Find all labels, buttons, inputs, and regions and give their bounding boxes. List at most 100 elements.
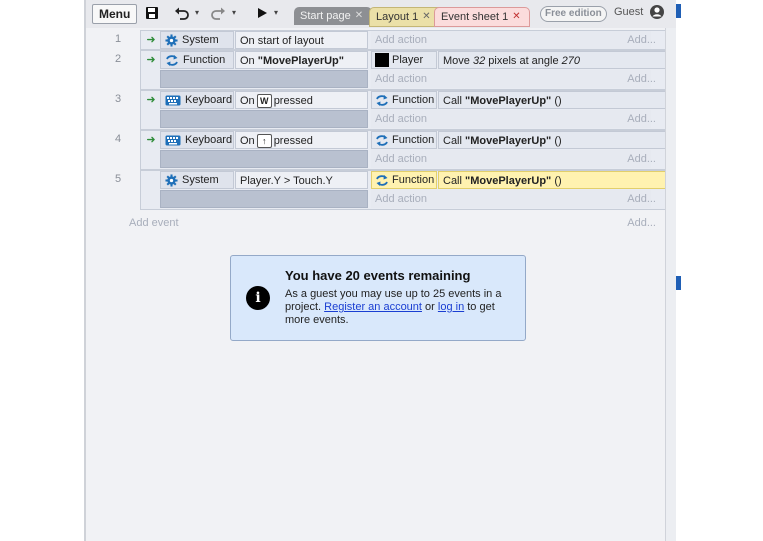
function-arrows-icon	[376, 174, 388, 186]
action-param: 270	[561, 55, 581, 67]
menu-button[interactable]: Menu	[92, 4, 138, 24]
action-prefix: Call	[443, 175, 466, 187]
condition-object-function[interactable]: Function	[160, 51, 234, 69]
action-object-function[interactable]: Function	[371, 131, 437, 149]
add-more-link[interactable]: Add...	[627, 70, 656, 88]
condition-footer	[160, 110, 368, 128]
notice-text: or	[421, 301, 438, 313]
object-name: System	[182, 174, 219, 186]
event-number: 4	[114, 133, 122, 145]
events-remaining-notice: i You have 20 events remaining As a gues…	[230, 255, 526, 341]
object-name: System	[182, 34, 219, 46]
close-icon[interactable]: ✕	[422, 8, 430, 26]
add-action-link[interactable]: Add action	[371, 31, 651, 49]
redo-icon[interactable]	[210, 5, 226, 21]
panel-edge-marker	[676, 276, 681, 290]
save-icon[interactable]	[144, 5, 160, 21]
undo-dropdown-icon[interactable]: ▾	[195, 8, 199, 17]
add-action-link[interactable]: Add action	[371, 150, 651, 168]
condition-object-system[interactable]: System	[160, 171, 234, 189]
event-row-3[interactable]: 3 ➜ Keyboard On Wpressed Function Call "M…	[86, 90, 666, 130]
close-icon[interactable]: ✕	[355, 7, 363, 25]
action-object-player[interactable]: Player	[371, 51, 437, 69]
add-action-link[interactable]: Add action	[371, 110, 651, 128]
add-more-link[interactable]: Add...	[627, 190, 656, 208]
condition-footer	[160, 70, 368, 88]
undo-icon[interactable]	[174, 5, 190, 21]
event-sheet[interactable]: 1 ➜ System On start of layout Add action…	[86, 28, 666, 541]
object-name: Function	[392, 174, 435, 186]
action-text-selected[interactable]: Call "MovePlayerUp" ()	[438, 171, 666, 189]
play-dropdown-icon[interactable]: ▾	[274, 8, 278, 17]
condition-prefix: On	[240, 55, 258, 67]
event-number: 1	[114, 33, 122, 45]
condition-text[interactable]: On "MovePlayerUp"	[235, 51, 368, 69]
keyboard-icon	[165, 95, 181, 105]
add-action-link[interactable]: Add action	[371, 190, 651, 208]
register-account-link[interactable]: Register an account	[324, 301, 422, 313]
add-event-link[interactable]: Add event	[129, 217, 179, 229]
action-text[interactable]: Move 32 pixels at angle 270	[438, 51, 666, 69]
action-text[interactable]: Call "MovePlayerUp" ()	[438, 91, 666, 109]
tab-label: Layout 1	[376, 11, 419, 23]
event-number: 5	[114, 173, 122, 185]
tab-label: Event sheet 1	[441, 11, 509, 23]
keyboard-icon	[165, 135, 181, 145]
add-more-link[interactable]: Add...	[627, 110, 656, 128]
condition-prefix: On	[240, 95, 255, 107]
key-up-arrow-badge: ↑	[256, 134, 272, 148]
event-row-4[interactable]: 4 ➜ Keyboard On ↑ pressed Function Call "M…	[86, 130, 666, 170]
condition-prefix: On	[240, 135, 255, 147]
object-name: Keyboard	[185, 134, 233, 146]
condition-text[interactable]: Player.Y > Touch.Y	[235, 171, 368, 189]
key-w-badge: W	[256, 94, 272, 108]
condition-text[interactable]: On start of layout	[235, 31, 368, 49]
play-icon[interactable]	[254, 5, 270, 21]
tab-event-sheet-1[interactable]: Event sheet 1 ✕	[434, 7, 530, 27]
event-row-2[interactable]: 2 ➜ Function On "MovePlayerUp" Player Mo…	[86, 50, 666, 90]
user-avatar-icon[interactable]	[649, 4, 665, 23]
redo-dropdown-icon[interactable]: ▾	[232, 8, 236, 17]
tab-start-page[interactable]: Start page ✕	[294, 7, 372, 25]
add-more-link[interactable]: Add...	[627, 31, 656, 49]
notice-title: You have 20 events remaining	[285, 268, 471, 283]
condition-text[interactable]: On Wpressed	[235, 91, 368, 109]
condition-arrow-icon: ➜	[146, 34, 156, 46]
action-suffix: ()	[551, 175, 562, 187]
tab-layout-1[interactable]: Layout 1 ✕	[369, 7, 443, 27]
add-action-link[interactable]: Add action	[371, 70, 651, 88]
condition-arrow-icon: ➜	[146, 54, 156, 66]
event-number: 3	[114, 93, 122, 105]
guest-label[interactable]: Guest	[614, 6, 643, 18]
gear-icon	[165, 173, 178, 187]
log-in-link[interactable]: log in	[438, 301, 464, 313]
condition-object-keyboard[interactable]: Keyboard	[160, 91, 234, 109]
action-object-function[interactable]: Function	[371, 91, 437, 109]
close-icon[interactable]: ✕	[512, 8, 520, 26]
free-edition-badge[interactable]: Free edition	[540, 6, 607, 22]
event-number: 2	[114, 53, 122, 65]
main-toolbar: Menu ▾ ▾ ▾ Start page ✕ Layout 1 ✕ Event…	[86, 0, 678, 29]
add-more-link[interactable]: Add...	[627, 150, 656, 168]
condition-object-keyboard[interactable]: Keyboard	[160, 131, 234, 149]
condition-object-system[interactable]: System	[160, 31, 234, 49]
info-icon: i	[246, 286, 270, 310]
add-more-link[interactable]: Add...	[627, 217, 656, 229]
function-arrows-icon	[166, 54, 178, 66]
object-name: Function	[392, 94, 435, 106]
function-name: "MovePlayerUp"	[465, 135, 552, 147]
condition-suffix: pressed	[273, 135, 313, 147]
event-row-5[interactable]: 5 System Player.Y > Touch.Y Function Cal…	[86, 170, 666, 210]
action-mid: pixels at angle	[485, 55, 562, 67]
gear-icon	[165, 33, 178, 47]
action-suffix: ()	[551, 95, 562, 107]
action-prefix: Call	[443, 95, 466, 107]
tab-label: Start page	[300, 10, 351, 22]
event-row-1[interactable]: 1 ➜ System On start of layout Add action…	[86, 30, 666, 50]
action-object-function-selected[interactable]: Function	[371, 171, 437, 189]
action-param: 32	[472, 55, 486, 67]
function-arrows-icon	[376, 94, 388, 106]
condition-text[interactable]: On ↑ pressed	[235, 131, 368, 149]
action-text[interactable]: Call "MovePlayerUp" ()	[438, 131, 666, 149]
function-arrows-icon	[376, 134, 388, 146]
